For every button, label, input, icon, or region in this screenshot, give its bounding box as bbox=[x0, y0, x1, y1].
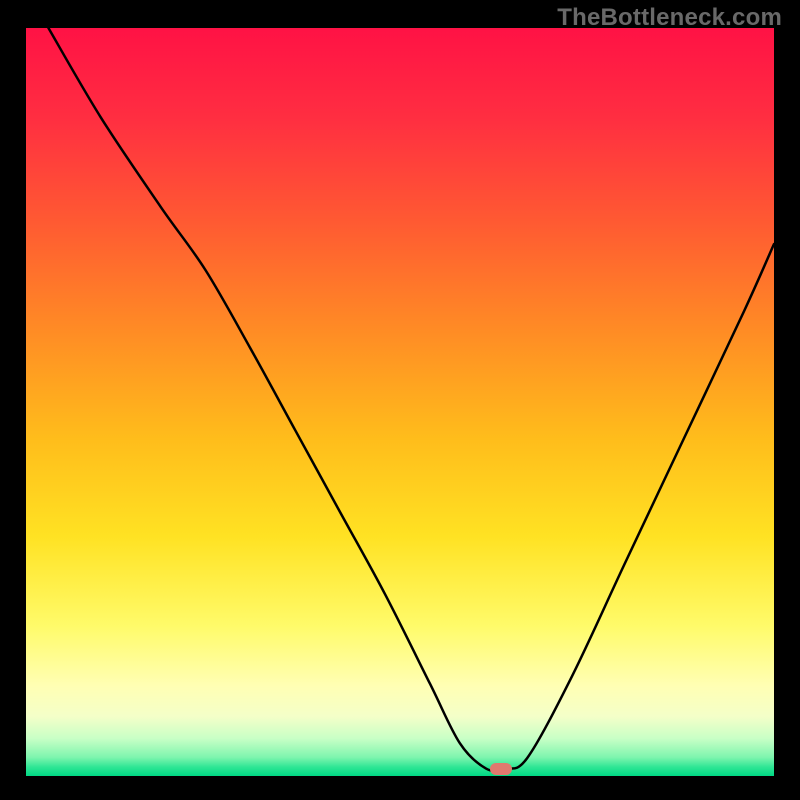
chart-stage: TheBottleneck.com bbox=[0, 0, 800, 800]
plot-area bbox=[26, 28, 774, 773]
optimal-point-marker bbox=[490, 763, 512, 775]
plot-frame bbox=[26, 28, 774, 773]
bottleneck-curve bbox=[48, 28, 774, 771]
line-chart bbox=[26, 28, 774, 773]
